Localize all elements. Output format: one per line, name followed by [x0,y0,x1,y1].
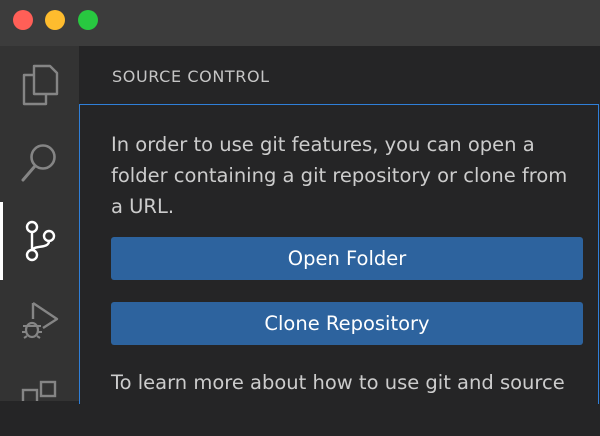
maximize-window-button[interactable] [78,10,98,30]
explorer-icon [22,64,58,106]
learn-more-text: To learn more about how to use git and s… [111,371,565,394]
minimize-window-button[interactable] [45,10,65,30]
clone-repository-button[interactable]: Clone Repository [111,302,583,345]
search-icon [21,144,56,182]
open-folder-button[interactable]: Open Folder [111,237,583,280]
title-bar [0,0,600,46]
run-debug-icon [21,302,58,339]
activity-search[interactable] [0,124,79,202]
activity-explorer[interactable] [0,46,79,124]
sidebar-title: SOURCE CONTROL [112,67,270,86]
activity-source-control[interactable] [0,202,79,280]
activity-extensions[interactable] [0,358,79,436]
activity-run-debug[interactable] [0,280,79,358]
source-control-sidebar: SOURCE CONTROL In order to use git featu… [79,46,600,404]
no-repository-message: In order to use git features, you can op… [111,133,568,218]
close-window-button[interactable] [13,10,33,30]
extensions-icon [21,380,56,401]
source-control-panel: In order to use git features, you can op… [79,104,599,404]
source-control-icon [25,220,55,262]
activity-bar [0,46,79,401]
